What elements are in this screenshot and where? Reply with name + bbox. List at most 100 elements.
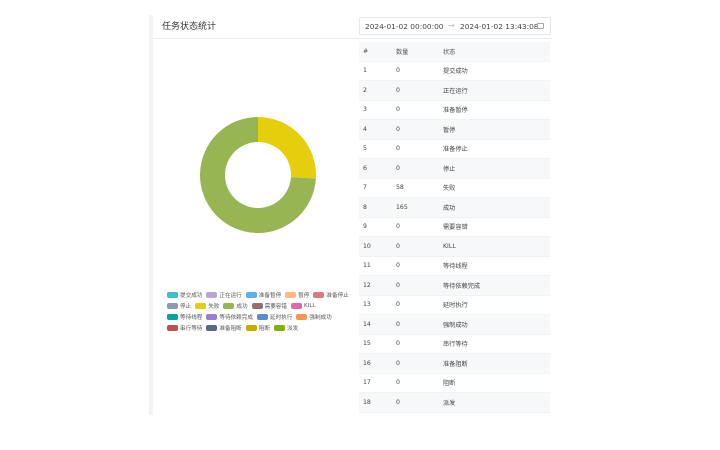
legend-swatch [256, 314, 268, 320]
row-count: 0 [396, 359, 400, 367]
legend-item[interactable]: KILL [291, 302, 316, 310]
table-row: 10 0 KILL [359, 237, 550, 257]
row-status: 需要容错 [443, 224, 468, 232]
legend-label: 准备停止 [326, 293, 349, 299]
legend-item[interactable]: 串行等待 [167, 324, 202, 332]
row-status: 串行等待 [443, 341, 468, 349]
row-count: 0 [396, 301, 400, 309]
row-index: 13 [363, 301, 371, 309]
row-index: 5 [363, 145, 367, 153]
legend-item[interactable]: 准备阻断 [206, 324, 242, 332]
legend-label: 强制成功 [309, 315, 332, 321]
legend-item[interactable]: 等待线程 [167, 313, 202, 321]
column-header-index: # [363, 47, 369, 55]
legend-label: 准备阻断 [219, 326, 242, 332]
row-index: 1 [363, 67, 367, 75]
legend-item[interactable]: 强制成功 [296, 313, 332, 321]
row-index: 7 [363, 184, 367, 192]
row-status: 提交成功 [443, 68, 468, 76]
legend-item[interactable]: 准备停止 [313, 291, 349, 299]
legend-item[interactable]: 暂停 [285, 291, 309, 299]
legend-swatch [273, 325, 285, 331]
row-status: 正在运行 [443, 87, 468, 95]
card-header: 任务状态统计 2024-01-02 00:00:00 → 2024-01-02 … [153, 15, 553, 39]
row-count: 0 [396, 223, 400, 231]
table-row: 18 0 派发 [359, 393, 550, 413]
calendar-icon[interactable] [537, 23, 544, 29]
legend-item[interactable]: 停止 [167, 302, 191, 310]
table-row: 16 0 准备阻断 [359, 354, 550, 374]
legend-swatch [167, 303, 178, 309]
row-index: 8 [363, 203, 367, 211]
row-count: 0 [396, 145, 400, 153]
column-header-count: 数量 [396, 48, 409, 56]
row-status: 等待依赖完成 [443, 282, 481, 290]
status-table: # 数量 状态 1 0 提交成功 2 0 正在运行 3 0 准备暂停 4 0 暂停 5 0 准备停止 6 0 停止… [359, 42, 550, 413]
legend-item[interactable]: 等待依赖完成 [206, 313, 253, 321]
legend-label: 派发 [286, 326, 299, 332]
legend-label: 失败 [208, 304, 220, 310]
row-status: 派发 [443, 399, 456, 407]
row-status: 准备停止 [443, 146, 468, 154]
donut-slice[interactable] [258, 117, 316, 179]
legend-label: 延时执行 [269, 315, 293, 321]
legend-item[interactable]: 延时执行 [256, 313, 293, 321]
row-index: 3 [363, 106, 367, 114]
row-status: 强制成功 [443, 321, 468, 329]
legend-swatch [245, 292, 257, 298]
row-status: 延时执行 [443, 302, 468, 310]
card-title: 任务状态统计 [162, 22, 217, 32]
legend-swatch [245, 325, 257, 331]
row-status: 暂停 [443, 126, 456, 134]
legend-item[interactable]: 成功 [223, 302, 248, 310]
legend-item[interactable]: 失败 [195, 302, 219, 310]
table-row: 6 0 停止 [359, 159, 550, 179]
table-row: 17 0 阻断 [359, 374, 550, 393]
row-status: 成功 [443, 204, 456, 212]
date-range-picker[interactable]: 2024-01-02 00:00:00 → 2024-01-02 13:43:0… [359, 17, 551, 35]
row-index: 4 [363, 125, 367, 133]
legend-label: 暂停 [298, 293, 310, 299]
row-index: 14 [363, 320, 371, 328]
row-status: 等待线程 [443, 263, 468, 271]
chart-legend: 提交成功 正在运行 准备暂停 暂停 准备停止停止 失败 成功 需要容错 KILL 等待线程 等待依赖… [167, 291, 357, 332]
table-row: 13 0 延时执行 [359, 296, 550, 315]
legend-swatch [206, 325, 218, 331]
row-index: 12 [363, 281, 371, 289]
row-index: 6 [363, 164, 367, 172]
table-row: 9 0 需要容错 [359, 218, 550, 237]
table-row: 3 0 准备暂停 [359, 101, 550, 120]
table-header-row: # 数量 状态 [359, 42, 550, 62]
row-count: 0 [396, 164, 400, 172]
row-count: 165 [396, 203, 408, 211]
row-status: KILL [443, 242, 456, 250]
range-start-input[interactable]: 2024-01-02 00:00:00 [365, 22, 444, 31]
range-end-input[interactable]: 2024-01-02 13:43:08 [460, 22, 539, 31]
legend-item[interactable]: 提交成功 [167, 291, 202, 299]
row-count: 0 [396, 106, 400, 114]
row-count: 0 [396, 379, 400, 387]
row-status: 失败 [443, 185, 456, 193]
legend-item[interactable]: 正在运行 [206, 291, 242, 299]
legend-label: 等待线程 [180, 315, 203, 321]
status-donut-chart [200, 117, 316, 233]
table-row: 5 0 准备停止 [359, 140, 550, 159]
row-count: 58 [396, 184, 404, 192]
legend-swatch [313, 292, 325, 298]
task-status-card: 任务状态统计 2024-01-02 00:00:00 → 2024-01-02 … [149, 15, 553, 415]
legend-swatch [223, 303, 235, 309]
chart-area: 提交成功 正在运行 准备暂停 暂停 准备停止停止 失败 成功 需要容错 KILL 等待线程 等待依赖… [153, 40, 359, 415]
table-row: 11 0 等待线程 [359, 257, 550, 276]
legend-swatch [285, 292, 297, 298]
legend-item[interactable]: 需要容错 [251, 302, 287, 310]
legend-item[interactable]: 阻断 [245, 324, 270, 332]
row-index: 10 [363, 242, 371, 250]
row-count: 0 [396, 242, 400, 250]
legend-label: 串行等待 [180, 326, 203, 332]
range-arrow-icon: → [448, 21, 455, 30]
legend-item[interactable]: 派发 [273, 324, 299, 332]
legend-item[interactable]: 准备暂停 [245, 291, 281, 299]
table-row: 12 0 等待依赖完成 [359, 276, 550, 296]
legend-label: 正在运行 [219, 293, 242, 299]
table-row: 1 0 提交成功 [359, 62, 550, 81]
